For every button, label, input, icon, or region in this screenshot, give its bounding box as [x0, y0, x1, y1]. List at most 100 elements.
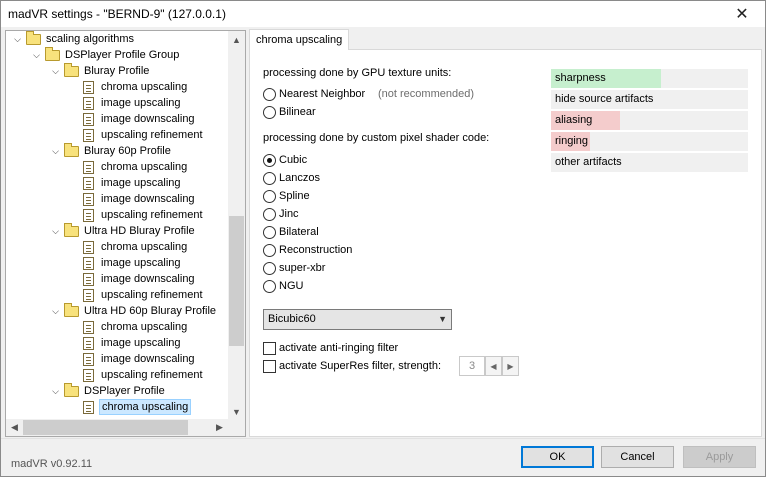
tree-page[interactable]: image downscaling: [69, 191, 197, 207]
radio-spline[interactable]: Spline: [263, 188, 310, 204]
tree-page[interactable]: image upscaling: [69, 95, 183, 111]
tree-page[interactable]: image downscaling: [69, 111, 197, 127]
tree-folder[interactable]: ⌵ Bluray 60p Profile: [50, 142, 173, 159]
scroll-left-icon[interactable]: ◀: [6, 419, 23, 436]
page-icon: [83, 336, 94, 350]
tree-page[interactable]: upscaling refinement: [69, 127, 205, 143]
page-icon: [83, 272, 94, 286]
radio-label: Cubic: [279, 154, 308, 166]
tree-folder[interactable]: ⌵ Ultra HD Bluray Profile: [50, 222, 197, 239]
radio-lanczos[interactable]: Lanczos: [263, 170, 320, 186]
page-icon: [83, 160, 94, 174]
expand-chevron-icon[interactable]: ⌵: [50, 383, 61, 399]
radio-circle[interactable]: [263, 171, 276, 185]
tree-item-label: DSPlayer Profile Group: [65, 49, 180, 61]
arrow-left-icon: ◀: [490, 361, 497, 371]
expand-chevron-icon[interactable]: ⌵: [50, 63, 61, 79]
page-icon: [83, 288, 94, 302]
radio-circle[interactable]: [263, 207, 276, 221]
scroll-down-icon[interactable]: ▼: [228, 403, 245, 420]
radio-circle[interactable]: [263, 243, 276, 257]
tree-page[interactable]: image upscaling: [69, 175, 183, 191]
expand-chevron-icon[interactable]: ⌵: [50, 303, 61, 319]
radio-bilinear[interactable]: Bilinear: [263, 104, 316, 120]
tree-page[interactable]: image upscaling: [69, 335, 183, 351]
tree-page[interactable]: chroma upscaling: [69, 159, 189, 175]
tree-page[interactable]: chroma upscaling: [69, 239, 189, 255]
scroll-corner: [228, 419, 245, 436]
superres-strength-input[interactable]: 3: [459, 356, 485, 376]
radio-ngu[interactable]: NGU: [263, 278, 303, 294]
tree-folder[interactable]: ⌵ Bluray Profile: [50, 62, 151, 79]
anti-ringing-checkbox[interactable]: activate anti-ringing filter: [263, 340, 398, 356]
cancel-button[interactable]: Cancel: [601, 446, 674, 468]
increase-strength-button[interactable]: ▶: [502, 356, 519, 376]
radio-label: Nearest Neighbor: [279, 88, 366, 100]
checkbox-box[interactable]: [263, 341, 276, 355]
expand-chevron-icon[interactable]: ⌵: [12, 31, 23, 47]
chroma-filter-select[interactable]: Bicubic60 ▼: [263, 309, 452, 330]
scroll-right-icon[interactable]: ▶: [211, 419, 228, 436]
tree-page[interactable]: upscaling refinement: [69, 207, 205, 223]
expand-chevron-icon[interactable]: ⌵: [50, 223, 61, 239]
radio-nearest-neighbor[interactable]: Nearest Neighbor: [263, 86, 365, 102]
tree-item-label: chroma upscaling: [101, 241, 188, 253]
tree-horizontal-scrollbar[interactable]: ◀ ▶: [6, 419, 228, 436]
expand-chevron-icon[interactable]: ⌵: [50, 143, 61, 159]
radio-reconstruction[interactable]: Reconstruction: [263, 242, 352, 258]
gpu-section-label: processing done by GPU texture units:: [263, 67, 452, 79]
expand-chevron-icon[interactable]: ⌵: [31, 47, 42, 63]
tree-item-label: chroma upscaling: [101, 81, 188, 93]
page-icon: [83, 176, 94, 190]
superres-checkbox[interactable]: activate SuperRes filter, strength:: [263, 358, 441, 374]
quality-label: hide source artifacts: [555, 93, 654, 105]
tree-item-label: upscaling refinement: [101, 289, 203, 301]
tree-folder[interactable]: ⌵ Ultra HD 60p Bluray Profile: [50, 302, 218, 319]
tab-chroma-upscaling[interactable]: chroma upscaling: [249, 29, 350, 50]
tree-item-label: image upscaling: [101, 177, 181, 189]
radio-label: Reconstruction: [279, 244, 353, 256]
page-icon: [83, 80, 94, 94]
radio-circle[interactable]: [263, 87, 276, 101]
scroll-thumb-horizontal[interactable]: [23, 420, 188, 435]
radio-super-xbr[interactable]: super-xbr: [263, 260, 325, 276]
window-title: madVR settings - "BERND-9" (127.0.0.1): [8, 7, 226, 21]
quality-row: sharpness: [551, 69, 748, 88]
close-button[interactable]: ✕: [719, 1, 765, 27]
radio-circle[interactable]: [263, 225, 276, 239]
tree-page[interactable]: chroma upscaling: [69, 319, 189, 335]
content-panel: processing done by GPU texture units: Ne…: [249, 49, 762, 437]
apply-button[interactable]: Apply: [683, 446, 756, 468]
page-icon: [83, 96, 94, 110]
scroll-up-icon[interactable]: ▲: [228, 31, 245, 48]
tree-page[interactable]: chroma upscaling: [69, 79, 189, 95]
tree-folder[interactable]: ⌵ scaling algorithms: [12, 31, 136, 47]
checkbox-box[interactable]: [263, 359, 276, 373]
tree-folder[interactable]: ⌵ DSPlayer Profile: [50, 382, 167, 399]
radio-circle[interactable]: [263, 279, 276, 293]
page-icon: [83, 368, 94, 382]
radio-circle[interactable]: [263, 153, 276, 167]
radio-jinc[interactable]: Jinc: [263, 206, 299, 222]
tree-page[interactable]: chroma upscaling: [69, 399, 192, 415]
quality-row: hide source artifacts: [551, 90, 748, 109]
radio-circle[interactable]: [263, 105, 276, 119]
radio-circle[interactable]: [263, 189, 276, 203]
radio-circle[interactable]: [263, 261, 276, 275]
tree-folder[interactable]: ⌵ DSPlayer Profile Group: [31, 46, 181, 63]
tree-page[interactable]: image downscaling: [69, 271, 197, 287]
radio-bilateral[interactable]: Bilateral: [263, 224, 319, 240]
tree-item-label: Ultra HD Bluray Profile: [84, 225, 195, 237]
tree-page[interactable]: image upscaling: [69, 255, 183, 271]
button-bar: madVR v0.92.11 OK Cancel Apply: [1, 438, 765, 476]
tree-vertical-scrollbar[interactable]: ▲ ▼: [228, 31, 245, 420]
checkbox-label: activate SuperRes filter, strength:: [279, 360, 442, 372]
ok-button[interactable]: OK: [521, 446, 594, 468]
decrease-strength-button[interactable]: ◀: [485, 356, 502, 376]
radio-cubic[interactable]: Cubic: [263, 152, 307, 168]
tree-page[interactable]: upscaling refinement: [69, 287, 205, 303]
scroll-thumb[interactable]: [229, 216, 244, 346]
tree-page[interactable]: image downscaling: [69, 351, 197, 367]
folder-icon: [64, 382, 79, 397]
tree-page[interactable]: upscaling refinement: [69, 367, 205, 383]
